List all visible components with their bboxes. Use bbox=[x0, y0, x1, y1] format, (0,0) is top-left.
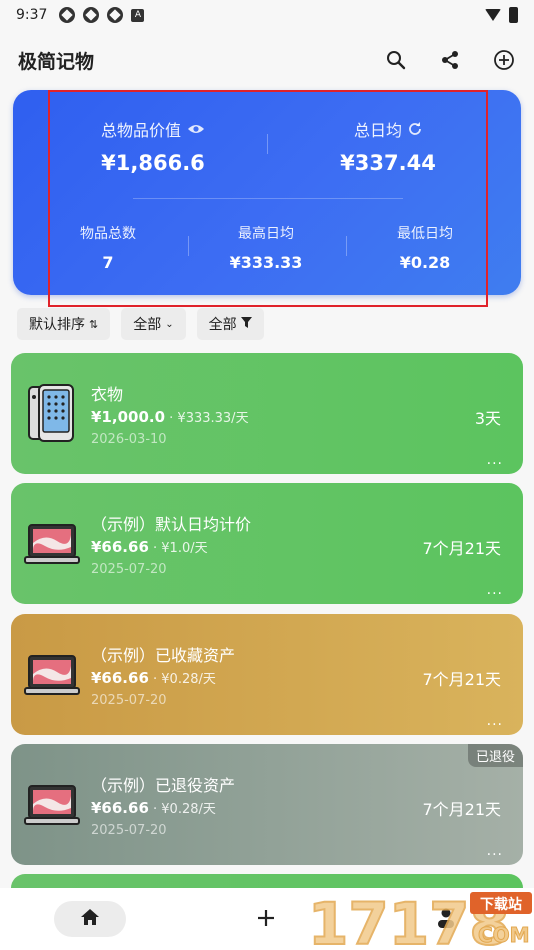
max-daily-block: 最高日均 ¥333.33 bbox=[216, 223, 316, 272]
divider bbox=[346, 236, 347, 256]
daily-total-block: 总日均 ¥337.44 bbox=[303, 117, 473, 175]
summary-card: 总物品价值 ¥1,866.6 总日均 ¥337.44 物品总数 7 最高日均 ¥… bbox=[13, 90, 521, 295]
sort-chip[interactable]: 默认排序 ⇅ bbox=[17, 308, 111, 340]
laptop-icon bbox=[23, 513, 81, 573]
item-daily: · ¥0.28/天 bbox=[148, 672, 216, 687]
page-title: 极简记物 bbox=[18, 50, 95, 73]
category-chip[interactable]: 全部 ⌄ bbox=[121, 308, 186, 340]
wifi-icon bbox=[485, 9, 501, 21]
item-date: 2025-07-20 bbox=[91, 823, 167, 838]
watermark-sub: COM bbox=[478, 923, 530, 947]
chevron-down-icon: ⌄ bbox=[165, 318, 174, 330]
divider bbox=[267, 134, 268, 154]
item-duration: 3天 bbox=[474, 409, 501, 428]
app-icon bbox=[107, 7, 124, 23]
battery-icon bbox=[509, 7, 518, 23]
nav-home-button[interactable] bbox=[54, 901, 126, 937]
refresh-icon[interactable] bbox=[408, 120, 422, 139]
count-block: 物品总数 7 bbox=[58, 223, 158, 272]
item-card[interactable]: （示例）默认日均计价 ¥66.66 · ¥1.0/天 2025-07-20 7个… bbox=[11, 483, 523, 604]
item-name: （示例）已退役资产 bbox=[91, 776, 236, 795]
a-icon: A bbox=[131, 8, 145, 22]
item-price: ¥1,000.0 bbox=[91, 408, 166, 426]
item-card[interactable]: 已退役 （示例）已退役资产 ¥66.66 · ¥0.28/天 2025-07-2… bbox=[11, 744, 523, 865]
status-time: 9:37 bbox=[16, 7, 48, 23]
daily-total-label: 总日均 bbox=[353, 121, 402, 140]
more-icon[interactable]: ... bbox=[487, 844, 503, 858]
max-daily-value: ¥333.33 bbox=[229, 253, 303, 272]
divider bbox=[133, 198, 403, 199]
item-price-line: ¥66.66 · ¥1.0/天 bbox=[91, 537, 208, 556]
daily-total: ¥337.44 bbox=[340, 151, 436, 175]
item-price-line: ¥1,000.0 · ¥333.33/天 bbox=[91, 407, 249, 426]
share-icon[interactable] bbox=[438, 48, 462, 72]
sort-icon: ⇅ bbox=[89, 317, 99, 331]
item-date: 2025-07-20 bbox=[91, 562, 167, 577]
item-daily: · ¥0.28/天 bbox=[148, 802, 216, 817]
search-icon[interactable] bbox=[384, 48, 408, 72]
filter-icon bbox=[240, 316, 252, 332]
total-value: ¥1,866.6 bbox=[101, 151, 205, 175]
item-price: ¥66.66 bbox=[91, 538, 149, 556]
filter-chip-label: 全部 bbox=[208, 317, 237, 333]
item-duration: 7个月21天 bbox=[422, 800, 501, 819]
count-label: 物品总数 bbox=[80, 226, 136, 242]
app-bar: 极简记物 bbox=[0, 38, 534, 82]
laptop-icon bbox=[23, 774, 81, 834]
category-chip-label: 全部 bbox=[133, 317, 162, 333]
watermark-site: 下载站 bbox=[480, 896, 522, 913]
watermark: 17178 下载站 COM bbox=[307, 886, 534, 950]
app-icon bbox=[59, 7, 76, 23]
max-daily-label: 最高日均 bbox=[238, 226, 294, 242]
min-daily-value: ¥0.28 bbox=[399, 253, 451, 272]
min-daily-label: 最低日均 bbox=[397, 226, 453, 242]
phone-icon bbox=[23, 383, 81, 443]
min-daily-block: 最低日均 ¥0.28 bbox=[375, 223, 475, 272]
item-daily: · ¥1.0/天 bbox=[148, 541, 208, 556]
more-icon[interactable]: ... bbox=[487, 453, 503, 467]
item-price-line: ¥66.66 · ¥0.28/天 bbox=[91, 668, 216, 687]
add-icon[interactable] bbox=[254, 906, 278, 930]
item-card[interactable]: 衣物 ¥1,000.0 · ¥333.33/天 2026-03-10 3天 ..… bbox=[11, 353, 523, 474]
item-name: （示例）默认日均计价 bbox=[91, 515, 252, 534]
item-duration: 7个月21天 bbox=[422, 539, 501, 558]
retired-badge: 已退役 bbox=[467, 744, 523, 767]
filter-bar: 默认排序 ⇅ 全部 ⌄ 全部 bbox=[17, 308, 264, 340]
item-name: 衣物 bbox=[91, 385, 124, 404]
item-name: （示例）已收藏资产 bbox=[91, 646, 236, 665]
item-price: ¥66.66 bbox=[91, 669, 149, 687]
divider bbox=[188, 236, 189, 256]
home-icon bbox=[80, 908, 100, 930]
sort-chip-label: 默认排序 bbox=[29, 317, 85, 333]
item-price: ¥66.66 bbox=[91, 799, 149, 817]
item-duration: 7个月21天 bbox=[422, 670, 501, 689]
item-date: 2025-07-20 bbox=[91, 693, 167, 708]
item-card[interactable]: （示例）已收藏资产 ¥66.66 · ¥0.28/天 2025-07-20 7个… bbox=[11, 614, 523, 735]
item-date: 2026-03-10 bbox=[91, 432, 167, 447]
filter-chip[interactable]: 全部 bbox=[196, 308, 264, 340]
more-icon[interactable]: ... bbox=[487, 714, 503, 728]
laptop-icon bbox=[23, 644, 81, 704]
status-bar: 9:37 A bbox=[0, 0, 534, 30]
count-value: 7 bbox=[102, 253, 114, 272]
add-circle-icon[interactable] bbox=[492, 48, 516, 72]
total-value-block: 总物品价值 ¥1,866.6 bbox=[53, 117, 253, 175]
item-daily: · ¥333.33/天 bbox=[165, 411, 249, 426]
item-price-line: ¥66.66 · ¥0.28/天 bbox=[91, 798, 216, 817]
more-icon[interactable]: ... bbox=[487, 583, 503, 597]
eye-icon[interactable] bbox=[187, 120, 205, 139]
total-value-label: 总物品价值 bbox=[100, 121, 181, 140]
app-icon bbox=[83, 7, 100, 23]
